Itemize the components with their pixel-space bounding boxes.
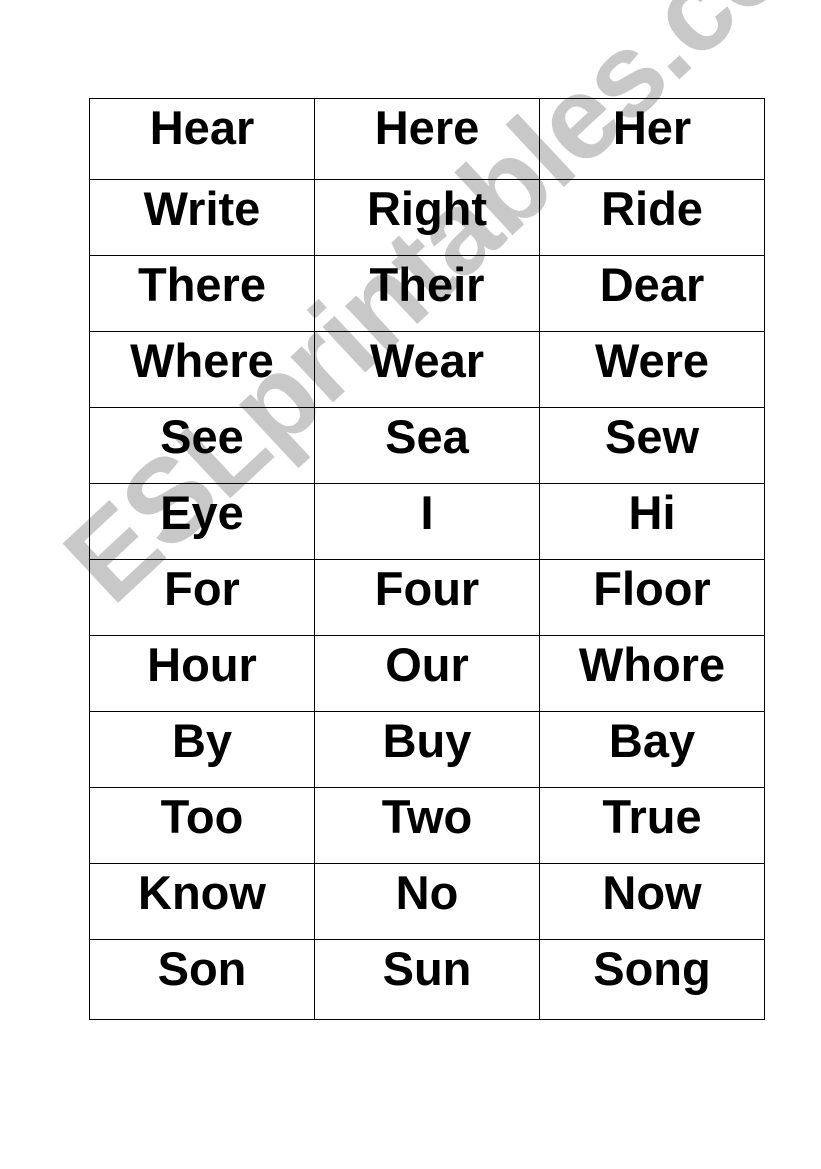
word-cell: Right [314, 179, 540, 256]
word-text: Buy [382, 714, 472, 767]
table-row: By Buy Bay [89, 711, 765, 788]
word-text: Know [138, 866, 266, 919]
word-cell: Sea [314, 407, 540, 484]
word-cell: Dear [539, 255, 765, 332]
word-cell: True [539, 787, 765, 864]
table-row: Write Right Ride [89, 179, 765, 256]
word-text: No [395, 866, 459, 919]
word-text: Were [594, 334, 710, 387]
word-text: I [420, 486, 434, 539]
word-cell: Buy [314, 711, 540, 788]
word-cell: Our [314, 635, 540, 712]
word-text: Their [369, 258, 485, 311]
word-cell: Son [89, 939, 315, 1020]
word-text: Hi [628, 486, 676, 539]
word-cell: Floor [539, 559, 765, 636]
table-row: Hear Here Her [89, 98, 765, 180]
word-text: Hour [147, 638, 257, 691]
word-cell: Sew [539, 407, 765, 484]
worksheet-page: ESLprintables.com Hear Here Her Write Right R… [0, 0, 821, 1169]
word-text: There [138, 258, 266, 311]
word-text: Now [602, 866, 702, 919]
word-cell: Hear [89, 98, 315, 180]
word-cell: Four [314, 559, 540, 636]
table-row: Eye I Hi [89, 483, 765, 560]
word-text: Our [385, 638, 469, 691]
word-text: Write [143, 182, 261, 235]
word-text: By [171, 714, 233, 767]
word-cell: Ride [539, 179, 765, 256]
word-cell: Now [539, 863, 765, 940]
word-text: Son [157, 942, 247, 995]
table-row: Where Wear Were [89, 331, 765, 408]
word-cell: Song [539, 939, 765, 1020]
word-text: Song [593, 942, 711, 995]
word-cell: There [89, 255, 315, 332]
word-cell: Whore [539, 635, 765, 712]
word-text: Where [130, 334, 274, 387]
table-row: For Four Floor [89, 559, 765, 636]
word-cell: Their [314, 255, 540, 332]
word-cell: Hour [89, 635, 315, 712]
word-cell: Here [314, 98, 540, 180]
word-text: Too [160, 790, 244, 843]
word-text: Her [612, 101, 692, 154]
word-text: Whore [578, 638, 726, 691]
word-cell: Wear [314, 331, 540, 408]
table-row: Hour Our Whore [89, 635, 765, 712]
word-cell: Write [89, 179, 315, 256]
homophone-word-table: Hear Here Her Write Right Ride There Their Dear W… [89, 98, 765, 1020]
word-cell: Two [314, 787, 540, 864]
word-cell: Know [89, 863, 315, 940]
word-cell: For [89, 559, 315, 636]
word-cell: Bay [539, 711, 765, 788]
table-row: Too Two True [89, 787, 765, 864]
word-text: For [164, 562, 240, 615]
word-text: See [160, 410, 244, 463]
word-text: Two [381, 790, 473, 843]
word-text: Sun [382, 942, 472, 995]
word-text: Hear [149, 101, 255, 154]
word-text: Ride [601, 182, 703, 235]
word-cell: Her [539, 98, 765, 180]
word-text: Floor [593, 562, 711, 615]
word-cell: Sun [314, 939, 540, 1020]
word-text: True [602, 790, 702, 843]
word-text: Here [374, 101, 480, 154]
word-cell: I [314, 483, 540, 560]
table-row: Know No Now [89, 863, 765, 940]
word-text: Wear [369, 334, 485, 387]
word-text: Bay [608, 714, 696, 767]
word-text: Eye [160, 486, 244, 539]
word-cell: Were [539, 331, 765, 408]
table-row: There Their Dear [89, 255, 765, 332]
word-cell: Eye [89, 483, 315, 560]
word-text: Sea [385, 410, 469, 463]
word-cell: No [314, 863, 540, 940]
word-text: Right [366, 182, 488, 235]
word-cell: Hi [539, 483, 765, 560]
table-row: Son Sun Song [89, 939, 765, 1020]
table-row: See Sea Sew [89, 407, 765, 484]
word-text: Sew [604, 410, 700, 463]
word-text: Dear [599, 258, 705, 311]
word-cell: Too [89, 787, 315, 864]
word-cell: See [89, 407, 315, 484]
word-cell: By [89, 711, 315, 788]
word-cell: Where [89, 331, 315, 408]
word-text: Four [374, 562, 480, 615]
